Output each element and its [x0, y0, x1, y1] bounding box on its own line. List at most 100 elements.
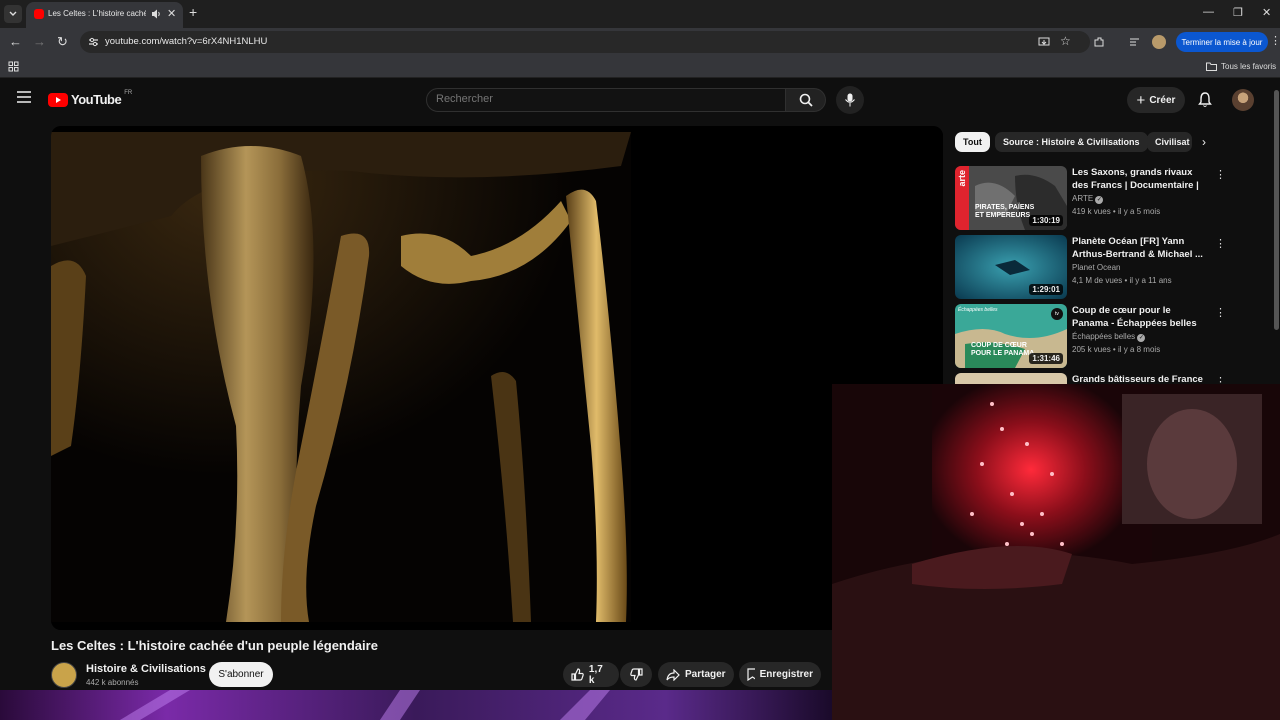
user-avatar[interactable]	[1232, 89, 1254, 111]
new-tab-button[interactable]: +	[189, 4, 197, 20]
chevron-down-icon	[9, 11, 17, 16]
recommendation-title[interactable]: Planète Océan [FR] Yann Arthus-Bertrand …	[1072, 235, 1207, 261]
thumbs-up-icon	[571, 668, 584, 681]
recommendation-stats: 4,1 M de vues • il y a 11 ans	[1072, 276, 1172, 285]
share-label: Partager	[685, 669, 726, 680]
webcam-overlay	[832, 384, 1280, 720]
search-icon	[799, 93, 813, 107]
youtube-header: YouTube FR + Créer	[0, 80, 1280, 120]
recommendation-stats: 205 k vues • il y a 8 mois	[1072, 345, 1161, 354]
brand-logo-text: arte	[957, 170, 967, 187]
folder-icon	[1206, 62, 1217, 71]
forward-arrow-icon[interactable]: →	[33, 34, 46, 49]
save-label: Enregistrer	[759, 669, 813, 680]
region-code: FR	[124, 89, 133, 96]
like-button[interactable]: 1,7 k	[563, 662, 619, 687]
extensions-icon[interactable]	[1093, 36, 1105, 48]
reload-icon[interactable]: ↻	[57, 34, 68, 50]
youtube-logo[interactable]: YouTube FR	[48, 89, 133, 107]
install-app-icon[interactable]	[1038, 36, 1050, 48]
recommendation-channel[interactable]: Échappées belles ✓	[1072, 332, 1146, 342]
chip-source[interactable]: Source : Histoire & Civilisations	[995, 132, 1148, 152]
all-bookmarks-link[interactable]: Tous les favoris	[1221, 62, 1276, 71]
chip-civilisations[interactable]: Civilisat	[1147, 132, 1192, 152]
verified-badge-icon: ✓	[1095, 196, 1104, 204]
thumbnail-caption: PIRATES, PAÏENS ET EMPEREURS	[975, 204, 1035, 219]
recommendation-channel[interactable]: ARTE ✓	[1072, 194, 1104, 204]
more-options-icon[interactable]: ⋮	[1215, 306, 1226, 319]
chevron-right-icon[interactable]: ›	[1202, 135, 1206, 149]
dislike-button[interactable]	[620, 662, 652, 687]
create-button[interactable]: + Créer	[1127, 87, 1185, 113]
page-scrollbar[interactable]	[1274, 90, 1279, 330]
browser-tab-active[interactable]: Les Celtes : L'histoire cachée ✕	[26, 2, 183, 28]
brand-logo-text: Échappées belles	[958, 307, 998, 313]
speaker-icon[interactable]	[150, 8, 162, 20]
video-player[interactable]	[51, 126, 943, 630]
subscribe-button[interactable]: S'abonner	[209, 662, 273, 687]
search-box[interactable]	[426, 88, 786, 112]
browser-menu-icon[interactable]: ⋮	[1270, 34, 1280, 47]
back-arrow-icon[interactable]: ←	[9, 34, 22, 49]
window-close-icon[interactable]: ✕	[1262, 6, 1271, 19]
profile-avatar[interactable]	[1152, 35, 1166, 49]
save-button[interactable]: Enregistrer	[739, 662, 821, 687]
video-frame	[51, 126, 943, 630]
channel-logo-icon: tv	[1051, 308, 1063, 320]
update-button[interactable]: Terminer la mise à jour	[1176, 32, 1268, 52]
voice-search-button[interactable]	[836, 86, 864, 114]
reading-list-icon[interactable]	[1129, 36, 1141, 48]
more-options-icon[interactable]: ⋮	[1215, 237, 1226, 250]
video-thumbnail[interactable]: arte PIRATES, PAÏENS ET EMPEREURS 1:30:1…	[955, 166, 1067, 230]
video-thumbnail[interactable]: Échappées belles tv COUP DE CŒUR POUR LE…	[955, 304, 1067, 368]
more-options-icon[interactable]: ⋮	[1215, 168, 1226, 181]
youtube-play-logo-icon	[48, 92, 68, 107]
recommendation-title[interactable]: Les Saxons, grands rivaux des Francs | D…	[1072, 166, 1207, 193]
video-duration: 1:30:19	[1029, 215, 1063, 226]
bookmark-star-icon[interactable]: ☆	[1060, 34, 1071, 48]
channel-avatar[interactable]	[51, 662, 77, 688]
maximize-icon[interactable]: ❐	[1233, 6, 1243, 19]
video-thumbnail[interactable]: 1:29:01	[955, 235, 1067, 299]
recommendation-channel[interactable]: Planet Ocean	[1072, 263, 1120, 272]
channel-name[interactable]: Histoire & Civilisations	[86, 663, 206, 675]
create-label: Créer	[1149, 94, 1176, 106]
search-input[interactable]	[436, 93, 766, 105]
tab-search-button[interactable]	[4, 5, 22, 23]
recommendation-title[interactable]: Coup de cœur pour le Panama - Échappées …	[1072, 304, 1207, 330]
minimize-icon[interactable]: —	[1203, 6, 1214, 18]
youtube-logo-text: YouTube	[71, 92, 122, 107]
chip-all[interactable]: Tout	[955, 132, 990, 152]
search-button[interactable]	[786, 88, 826, 112]
tab-close-icon[interactable]: ✕	[167, 7, 176, 20]
apps-grid-icon[interactable]	[8, 61, 19, 72]
share-button[interactable]: Partager	[658, 662, 734, 687]
microphone-icon	[845, 93, 855, 107]
recommendation-item[interactable]: Échappées belles tv COUP DE CŒUR POUR LE…	[955, 304, 1226, 368]
address-bar[interactable]: youtube.com/watch?v=6rX4NH1NLHU ☆	[80, 31, 1090, 53]
recommendation-item[interactable]: 1:29:01 Planète Océan [FR] Yann Arthus-B…	[955, 235, 1226, 299]
site-info-icon[interactable]	[88, 37, 99, 47]
thumbnail-caption: COUP DE CŒUR POUR LE PANAMA	[971, 342, 1035, 357]
video-title: Les Celtes : L'histoire cachée d'un peup…	[51, 638, 378, 653]
like-count: 1,7 k	[588, 663, 603, 686]
bottom-overlay-banner	[0, 690, 832, 720]
hamburger-menu-icon[interactable]	[17, 91, 31, 103]
bookmarks-bar: Tous les favoris	[0, 56, 1280, 78]
recommendation-item[interactable]: arte PIRATES, PAÏENS ET EMPEREURS 1:30:1…	[955, 166, 1226, 230]
browser-toolbar: ← → ↻ youtube.com/watch?v=6rX4NH1NLHU ☆ …	[0, 28, 1280, 56]
video-duration: 1:29:01	[1029, 284, 1063, 295]
verified-badge-icon: ✓	[1137, 334, 1146, 342]
banner-graphic	[0, 690, 832, 720]
plus-icon: +	[1136, 91, 1146, 109]
share-icon	[666, 668, 680, 681]
webcam-feed	[832, 384, 1280, 720]
tab-title: Les Celtes : L'histoire cachée	[48, 9, 146, 18]
notifications-bell-icon[interactable]	[1198, 92, 1212, 108]
url-text: youtube.com/watch?v=6rX4NH1NLHU	[105, 36, 268, 47]
browser-tab-strip: Les Celtes : L'histoire cachée ✕ + — ❐ ✕	[0, 0, 1280, 28]
recommendation-stats: 419 k vues • il y a 5 mois	[1072, 207, 1161, 216]
thumbs-down-icon	[629, 668, 643, 681]
bookmark-icon	[747, 668, 755, 681]
youtube-favicon-icon	[34, 9, 44, 19]
